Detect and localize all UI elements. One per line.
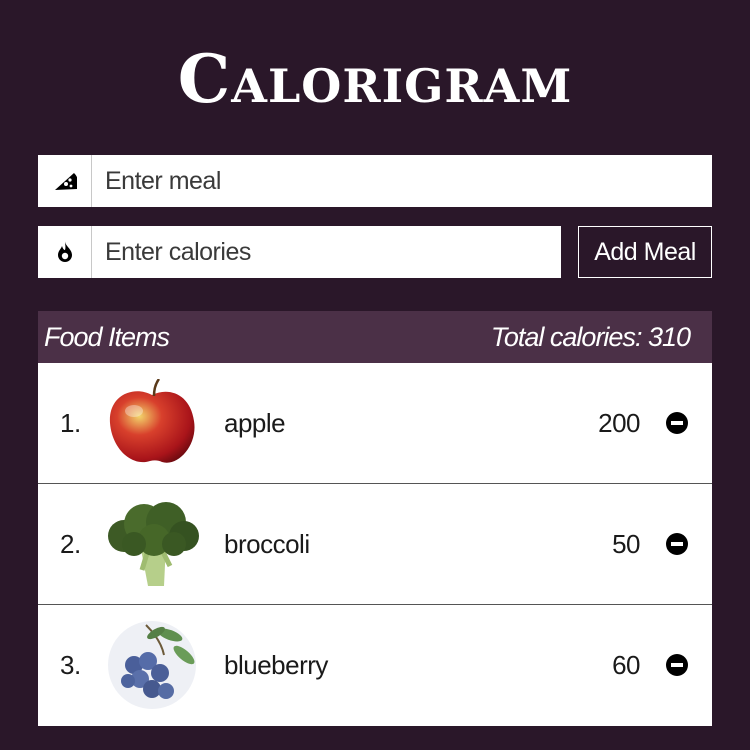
apple-image bbox=[109, 379, 195, 463]
broccoli-image bbox=[108, 502, 199, 586]
item-index: 2. bbox=[60, 529, 81, 559]
list-item: 1. apple 200 bbox=[38, 363, 712, 484]
item-calories: 60 bbox=[612, 650, 640, 680]
blueberry-image bbox=[108, 621, 196, 709]
meal-input-group bbox=[38, 155, 712, 207]
item-name: blueberry bbox=[224, 650, 328, 680]
item-name: broccoli bbox=[224, 529, 310, 559]
item-index: 1. bbox=[60, 408, 81, 438]
pizza-icon bbox=[38, 155, 92, 207]
list-item: 3. blueberry 60 bbox=[38, 605, 712, 726]
remove-item-icon[interactable] bbox=[666, 412, 688, 434]
item-calories: 50 bbox=[612, 529, 640, 559]
remove-item-icon[interactable] bbox=[666, 654, 688, 676]
food-list: 1. apple 200 2. broccoli 50 3. blueberry… bbox=[38, 363, 712, 726]
remove-item-icon[interactable] bbox=[666, 533, 688, 555]
add-meal-button[interactable]: Add Meal bbox=[578, 226, 712, 278]
calories-input[interactable] bbox=[92, 226, 561, 278]
total-calories: Total calories: 310 bbox=[490, 321, 691, 352]
app-title: Calorigram bbox=[177, 40, 573, 118]
list-item: 2. broccoli 50 bbox=[38, 484, 712, 605]
item-index: 3. bbox=[60, 650, 81, 680]
item-name: apple bbox=[224, 408, 286, 438]
food-items-heading: Food Items bbox=[44, 321, 170, 352]
item-calories: 200 bbox=[598, 408, 640, 438]
food-list-header: Food Items Total calories: 310 bbox=[38, 311, 712, 363]
meal-input[interactable] bbox=[92, 155, 712, 207]
calories-input-group bbox=[38, 226, 561, 278]
flame-icon bbox=[38, 226, 92, 278]
